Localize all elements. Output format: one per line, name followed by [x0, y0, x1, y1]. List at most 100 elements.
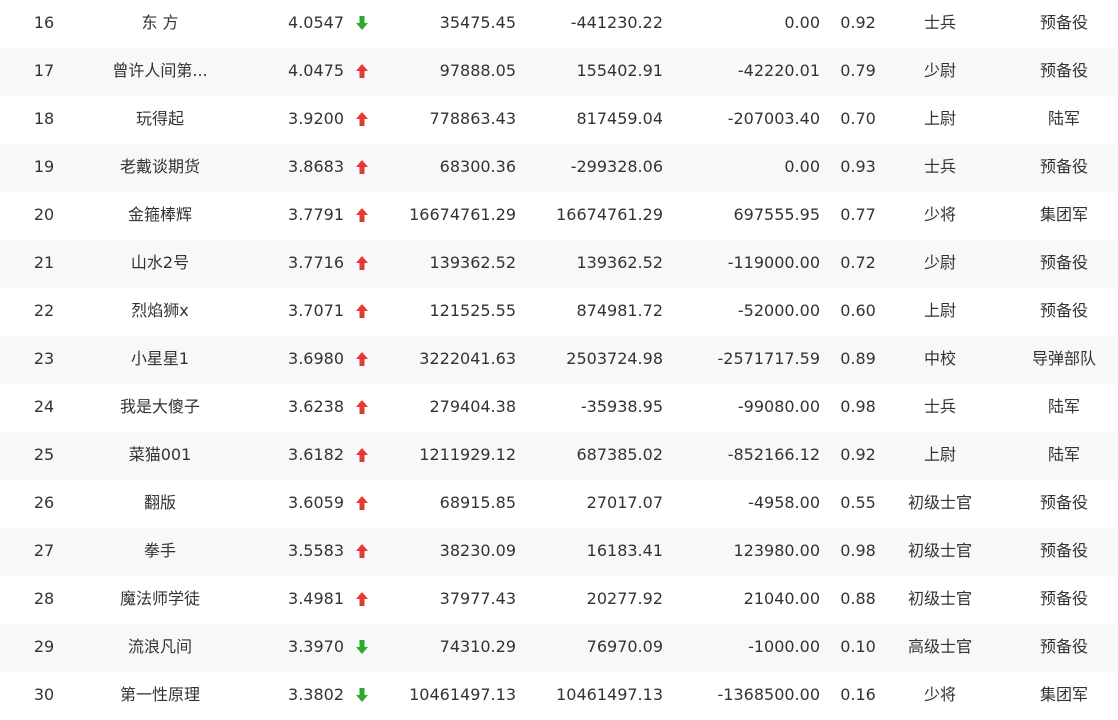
- table-row[interactable]: 19 老戴谈期货 3.8683 68300.36 -299328.06 0.00 0.93 士…: [0, 144, 1118, 192]
- value-1-cell: 97888.05: [439, 61, 516, 80]
- value-2-cell: 16674761.29: [556, 205, 663, 224]
- arrow-down-icon: [355, 687, 369, 703]
- ratio-cell: 0.72: [840, 253, 876, 272]
- table-row[interactable]: 17 曾许人间第... 4.0475 97888.05 155402.91 -42220.…: [0, 48, 1118, 96]
- value-2-cell: -299328.06: [570, 157, 663, 176]
- value-3-cell: -852166.12: [727, 445, 820, 464]
- table-row[interactable]: 25 菜猫001 3.6182 1211929.12 687385.02 -852166.…: [0, 432, 1118, 480]
- rank-cell: 23: [33, 349, 55, 368]
- trend-cell: [352, 432, 372, 480]
- arrow-up-icon: [355, 255, 369, 271]
- trader-name-link[interactable]: 流浪凡间: [85, 624, 235, 672]
- trend-cell: [352, 96, 372, 144]
- value-1-cell: 74310.29: [439, 637, 516, 656]
- ratio-cell: 0.98: [840, 397, 876, 416]
- trend-cell: [352, 0, 372, 48]
- unit-cell: 集团军: [1039, 685, 1088, 704]
- trader-name-link[interactable]: 翻版: [85, 480, 235, 528]
- value-2-cell: 76970.09: [586, 637, 663, 656]
- ratio-cell: 0.10: [840, 637, 876, 656]
- value-3-cell: -42220.01: [737, 61, 820, 80]
- trader-name-link[interactable]: 玩得起: [85, 96, 235, 144]
- value-1-cell: 121525.55: [429, 301, 516, 320]
- table-row[interactable]: 30 第一性原理 3.3802 10461497.13 10461497.13 -1368…: [0, 672, 1118, 720]
- trader-name-link[interactable]: 小星星1: [85, 336, 235, 384]
- value-1-cell: 38230.09: [439, 541, 516, 560]
- trader-name-link[interactable]: 东 方: [85, 0, 235, 48]
- value-2-cell: -35938.95: [580, 397, 663, 416]
- trend-cell: [352, 288, 372, 336]
- score-cell: 3.8683: [288, 157, 344, 176]
- score-cell: 4.0547: [288, 13, 344, 32]
- table-row[interactable]: 29 流浪凡间 3.3970 74310.29 76970.09 -1000.00 0.10…: [0, 624, 1118, 672]
- value-1-cell: 37977.43: [439, 589, 516, 608]
- trader-name-link[interactable]: 魔法师学徒: [85, 576, 235, 624]
- table-row[interactable]: 18 玩得起 3.9200 778863.43 817459.04 -207003.40 0…: [0, 96, 1118, 144]
- military-rank-cell: 上尉: [923, 301, 956, 320]
- value-1-cell: 1211929.12: [419, 445, 516, 464]
- trader-name-link[interactable]: 老戴谈期货: [85, 144, 235, 192]
- value-2-cell: 874981.72: [576, 301, 663, 320]
- value-3-cell: 0.00: [784, 157, 820, 176]
- military-rank-cell: 少将: [923, 685, 956, 704]
- unit-cell: 预备役: [1039, 13, 1088, 32]
- trend-cell: [352, 528, 372, 576]
- trader-name-link[interactable]: 拳手: [85, 528, 235, 576]
- value-2-cell: 687385.02: [576, 445, 663, 464]
- unit-cell: 预备役: [1039, 493, 1088, 512]
- score-cell: 3.5583: [288, 541, 344, 560]
- arrow-up-icon: [355, 591, 369, 607]
- rank-cell: 28: [33, 589, 55, 608]
- ratio-cell: 0.79: [840, 61, 876, 80]
- table-row[interactable]: 21 山水2号 3.7716 139362.52 139362.52 -119000.00…: [0, 240, 1118, 288]
- arrow-up-icon: [355, 303, 369, 319]
- table-row[interactable]: 16 东 方 4.0547 35475.45 -441230.22 0.00 0.92 士兵 预…: [0, 0, 1118, 48]
- table-row[interactable]: 26 翻版 3.6059 68915.85 27017.07 -4958.00 0.55 初级…: [0, 480, 1118, 528]
- arrow-up-icon: [355, 207, 369, 223]
- arrow-up-icon: [355, 447, 369, 463]
- value-3-cell: -4958.00: [748, 493, 820, 512]
- score-cell: 3.3970: [288, 637, 344, 656]
- score-cell: 4.0475: [288, 61, 344, 80]
- score-cell: 3.3802: [288, 685, 344, 704]
- rank-cell: 22: [33, 301, 55, 320]
- ratio-cell: 0.77: [840, 205, 876, 224]
- rank-cell: 25: [33, 445, 55, 464]
- unit-cell: 预备役: [1039, 253, 1088, 272]
- trader-name-link[interactable]: 山水2号: [85, 240, 235, 288]
- trader-name-link[interactable]: 第一性原理: [85, 672, 235, 720]
- table-row[interactable]: 20 金箍棒辉 3.7791 16674761.29 16674761.29 697555…: [0, 192, 1118, 240]
- trader-name-link[interactable]: 曾许人间第...: [85, 48, 235, 96]
- trend-cell: [352, 384, 372, 432]
- military-rank-cell: 士兵: [923, 13, 956, 32]
- value-1-cell: 279404.38: [429, 397, 516, 416]
- rank-cell: 27: [33, 541, 55, 560]
- unit-cell: 导弹部队: [1031, 349, 1096, 368]
- table-row[interactable]: 27 拳手 3.5583 38230.09 16183.41 123980.00 0.98 初…: [0, 528, 1118, 576]
- trend-cell: [352, 672, 372, 720]
- trend-cell: [352, 240, 372, 288]
- table-row[interactable]: 24 我是大傻子 3.6238 279404.38 -35938.95 -99080.00…: [0, 384, 1118, 432]
- military-rank-cell: 中校: [923, 349, 956, 368]
- value-3-cell: 697555.95: [733, 205, 820, 224]
- unit-cell: 预备役: [1039, 61, 1088, 80]
- unit-cell: 预备役: [1039, 301, 1088, 320]
- rank-cell: 24: [33, 397, 55, 416]
- value-2-cell: 139362.52: [576, 253, 663, 272]
- trader-name-link[interactable]: 金箍棒辉: [85, 192, 235, 240]
- table-row[interactable]: 23 小星星1 3.6980 3222041.63 2503724.98 -2571717…: [0, 336, 1118, 384]
- arrow-down-icon: [355, 15, 369, 31]
- trader-name-link[interactable]: 菜猫001: [85, 432, 235, 480]
- military-rank-cell: 士兵: [923, 397, 956, 416]
- arrow-up-icon: [355, 351, 369, 367]
- trend-cell: [352, 336, 372, 384]
- arrow-up-icon: [355, 111, 369, 127]
- table-row[interactable]: 28 魔法师学徒 3.4981 37977.43 20277.92 21040.00 0.8…: [0, 576, 1118, 624]
- trader-name-link[interactable]: 我是大傻子: [85, 384, 235, 432]
- trader-name-link[interactable]: 烈焰狮x: [85, 288, 235, 336]
- ratio-cell: 0.89: [840, 349, 876, 368]
- table-row[interactable]: 22 烈焰狮x 3.7071 121525.55 874981.72 -52000.00 0…: [0, 288, 1118, 336]
- score-cell: 3.9200: [288, 109, 344, 128]
- score-cell: 3.6059: [288, 493, 344, 512]
- military-rank-cell: 初级士官: [907, 589, 972, 608]
